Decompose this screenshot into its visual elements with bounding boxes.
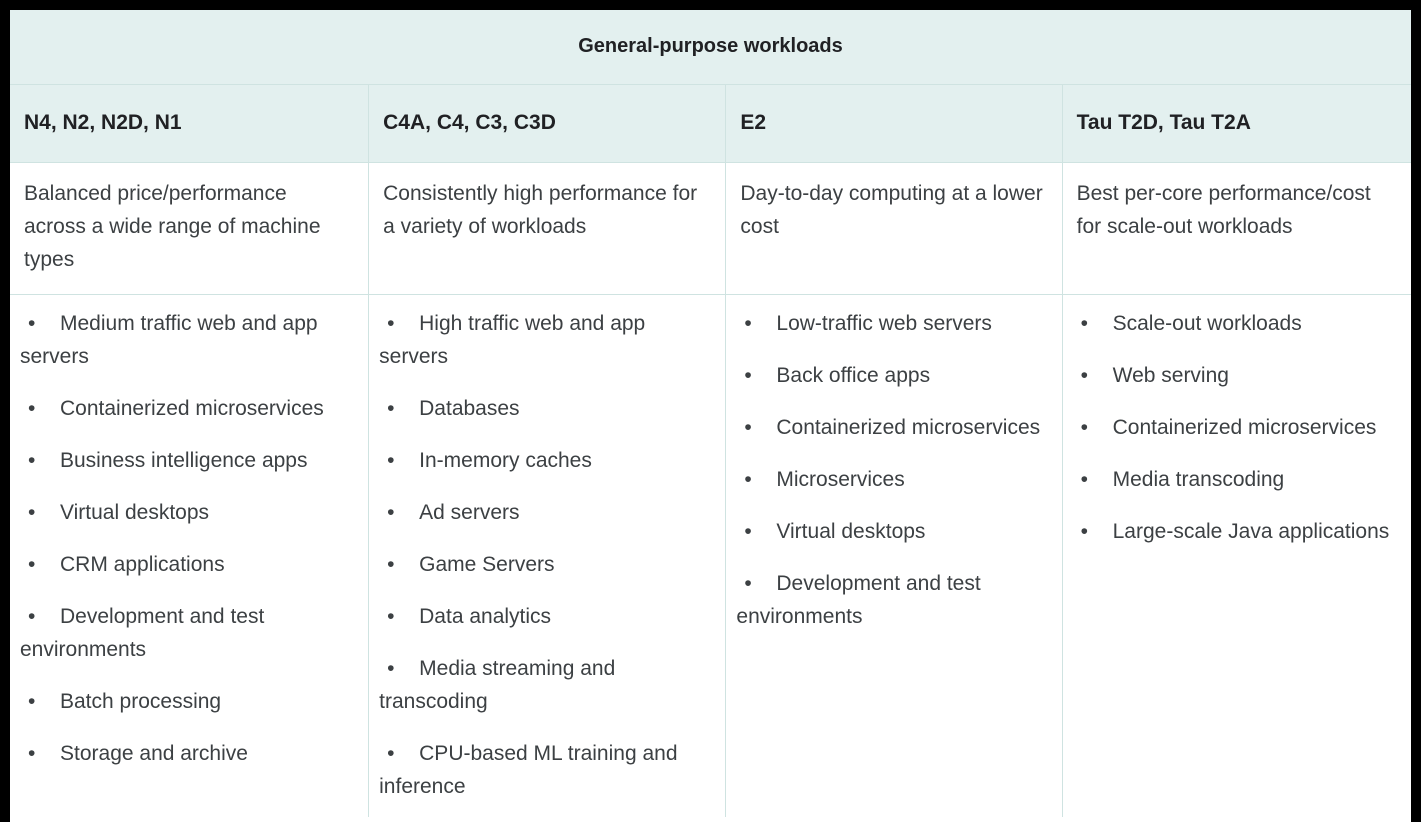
- bullet-icon: •: [744, 520, 752, 543]
- bullet-icon: •: [1080, 416, 1088, 439]
- bullet-icon: •: [1080, 468, 1088, 491]
- workload-list-item: • Containerized microservices: [736, 411, 1047, 444]
- column-description-1: Balanced price/performance across a wide…: [10, 162, 370, 295]
- workload-list-1: • Medium traffic web and app servers • Cont…: [20, 307, 354, 770]
- workload-list-item: • Data analytics: [379, 600, 711, 633]
- workload-list-cell-1: • Medium traffic web and app servers • Cont…: [10, 294, 370, 817]
- workload-list-item: • Medium traffic web and app servers: [20, 307, 354, 373]
- column-header-3: E2: [725, 84, 1063, 163]
- bullet-icon: •: [28, 397, 36, 420]
- bullet-icon: •: [387, 397, 395, 420]
- workload-list-item: • CPU-based ML training and inference: [379, 737, 711, 803]
- bullet-icon: •: [387, 605, 395, 628]
- bullet-icon: •: [744, 312, 752, 335]
- column-header-4: Tau T2D, Tau T2A: [1062, 84, 1411, 163]
- workload-list-item: • Virtual desktops: [736, 515, 1047, 548]
- column-description-2: Consistently high performance for a vari…: [368, 162, 727, 295]
- workload-list-4: • Scale-out workloads • Web serving • Contain…: [1073, 307, 1397, 548]
- column-description-4: Best per-core performance/cost for scale…: [1062, 162, 1411, 295]
- workload-list-cell-4: • Scale-out workloads • Web serving • Contain…: [1062, 294, 1411, 817]
- bullet-icon: •: [1080, 520, 1088, 543]
- workload-list-item: • Game Servers: [379, 548, 711, 581]
- workload-list-item: • Development and test environments: [736, 567, 1047, 633]
- bullet-icon: •: [1080, 364, 1088, 387]
- workload-list-item: • CRM applications: [20, 548, 354, 581]
- workload-list-item: • Media transcoding: [1073, 463, 1397, 496]
- table-title: General-purpose workloads: [10, 10, 1411, 85]
- bullet-icon: •: [744, 364, 752, 387]
- workload-list-item: • Containerized microservices: [20, 392, 354, 425]
- workload-list-cell-2: • High traffic web and app servers • Databa…: [368, 294, 727, 817]
- bullet-icon: •: [28, 742, 36, 765]
- comparison-table-container: General-purpose workloads N4, N2, N2D, N…: [10, 10, 1411, 822]
- bullet-icon: •: [744, 468, 752, 491]
- table-title-row: General-purpose workloads: [10, 10, 1411, 85]
- workload-list-item: • Web serving: [1073, 359, 1397, 392]
- workload-list-item: • Development and test environments: [20, 600, 354, 666]
- bullet-icon: •: [387, 657, 395, 680]
- column-description-3: Day-to-day computing at a lower cost: [725, 162, 1063, 295]
- table-description-row: Balanced price/performance across a wide…: [10, 162, 1411, 295]
- workload-list-item: • Scale-out workloads: [1073, 307, 1397, 340]
- bullet-icon: •: [387, 742, 395, 765]
- bullet-icon: •: [28, 501, 36, 524]
- workload-list-item: • High traffic web and app servers: [379, 307, 711, 373]
- workload-list-item: • Storage and archive: [20, 737, 354, 770]
- bullet-icon: •: [1080, 312, 1088, 335]
- workload-list-item: • Virtual desktops: [20, 496, 354, 529]
- workload-list-item: • Batch processing: [20, 685, 354, 718]
- workload-list-item: • Back office apps: [736, 359, 1047, 392]
- workload-list-item: • Media streaming and transcoding: [379, 652, 711, 718]
- bullet-icon: •: [387, 501, 395, 524]
- column-header-2: C4A, C4, C3, C3D: [368, 84, 727, 163]
- bullet-icon: •: [28, 312, 36, 335]
- bullet-icon: •: [387, 449, 395, 472]
- screenshot-frame: General-purpose workloads N4, N2, N2D, N…: [0, 0, 1421, 822]
- workload-list-item: • Large-scale Java applications: [1073, 515, 1397, 548]
- bullet-icon: •: [28, 605, 36, 628]
- workload-list-item: • Ad servers: [379, 496, 711, 529]
- table-workload-list-row: • Medium traffic web and app servers • Cont…: [10, 294, 1411, 817]
- machine-family-comparison-table: General-purpose workloads N4, N2, N2D, N…: [10, 10, 1411, 817]
- workload-list-cell-3: • Low-traffic web servers • Back office app…: [725, 294, 1063, 817]
- workload-list-3: • Low-traffic web servers • Back office app…: [736, 307, 1047, 633]
- bullet-icon: •: [387, 312, 395, 335]
- table-header-row: N4, N2, N2D, N1 C4A, C4, C3, C3D E2 Tau …: [10, 84, 1411, 163]
- workload-list-item: • In-memory caches: [379, 444, 711, 477]
- bullet-icon: •: [28, 690, 36, 713]
- workload-list-item: • Business intelligence apps: [20, 444, 354, 477]
- workload-list-item: • Low-traffic web servers: [736, 307, 1047, 340]
- bullet-icon: •: [744, 416, 752, 439]
- bullet-icon: •: [744, 572, 752, 595]
- bullet-icon: •: [28, 553, 36, 576]
- workload-list-item: • Databases: [379, 392, 711, 425]
- workload-list-item: • Containerized microservices: [1073, 411, 1397, 444]
- column-header-1: N4, N2, N2D, N1: [10, 84, 370, 163]
- bullet-icon: •: [387, 553, 395, 576]
- workload-list-2: • High traffic web and app servers • Databa…: [379, 307, 711, 803]
- bullet-icon: •: [28, 449, 36, 472]
- workload-list-item: • Microservices: [736, 463, 1047, 496]
